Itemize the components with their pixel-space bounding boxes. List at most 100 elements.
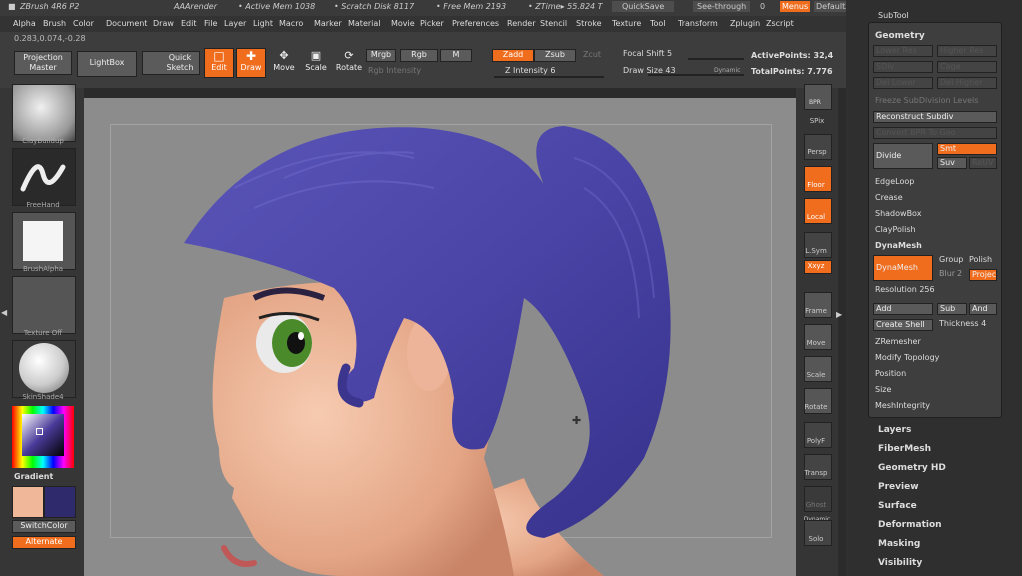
viewport-canvas[interactable]: ✚	[84, 98, 796, 576]
xyz-button[interactable]: Xxyz	[804, 260, 832, 274]
menu-render[interactable]: Render	[507, 19, 535, 28]
surface-section[interactable]: Surface	[878, 501, 917, 511]
brush-thumbnail[interactable]	[12, 84, 76, 142]
alpha-thumbnail[interactable]	[12, 212, 76, 270]
divide-button[interactable]: Divide	[873, 143, 933, 169]
solo-button[interactable]: Solo	[804, 520, 832, 546]
cage-button[interactable]: Cage	[937, 61, 997, 73]
secondary-color-swatch[interactable]	[44, 486, 76, 518]
mrgb-button[interactable]: Mrgb	[366, 49, 396, 62]
menu-edit[interactable]: Edit	[181, 19, 197, 28]
menu-material[interactable]: Material	[348, 19, 381, 28]
left-shelf-collapse-icon[interactable]: ◀	[1, 308, 7, 317]
position-section[interactable]: Position	[875, 369, 906, 378]
alternate-button[interactable]: Alternate	[12, 536, 76, 549]
size-section[interactable]: Size	[875, 385, 891, 394]
rgb-intensity-slider[interactable]: Rgb Intensity	[368, 66, 421, 75]
focal-shift-slider[interactable]: Focal Shift 5	[623, 49, 672, 58]
menu-preferences[interactable]: Preferences	[452, 19, 499, 28]
draw-button[interactable]: ✚ Draw	[236, 48, 266, 78]
texture-thumbnail[interactable]	[12, 276, 76, 334]
deformation-section[interactable]: Deformation	[878, 520, 942, 530]
menu-picker[interactable]: Picker	[420, 19, 444, 28]
resolution-slider[interactable]: Resolution 256	[875, 285, 935, 294]
quicksave-button[interactable]: QuickSave	[612, 1, 675, 12]
scale-view-button[interactable]: Scale	[804, 356, 832, 382]
rotate-view-button[interactable]: Rotate	[804, 388, 832, 414]
dynamic-toggle[interactable]: Dynamic	[714, 67, 740, 74]
add-button[interactable]: Add	[873, 303, 933, 315]
sdiv-slider[interactable]: SDiv	[873, 61, 933, 73]
character-head-model[interactable]	[84, 98, 796, 576]
rgb-button[interactable]: Rgb	[400, 49, 438, 62]
move-button[interactable]: ✥ Move	[270, 48, 298, 78]
zadd-button[interactable]: Zadd	[492, 49, 534, 62]
sub-button[interactable]: Sub	[937, 303, 967, 315]
projection-master-button[interactable]: Projection Master	[14, 51, 72, 75]
frame-button[interactable]: Frame	[804, 292, 832, 318]
color-picker-square[interactable]	[22, 414, 64, 456]
menu-file[interactable]: File	[204, 19, 217, 28]
group-toggle[interactable]: Group	[939, 255, 963, 264]
rotate-button[interactable]: ⟳ Rotate	[334, 48, 364, 78]
zcut-button[interactable]: Zcut	[576, 49, 608, 62]
menu-document[interactable]: Document	[106, 19, 147, 28]
crease-section[interactable]: Crease	[875, 193, 903, 202]
draw-size-track[interactable]	[648, 74, 744, 76]
menu-layer[interactable]: Layer	[224, 19, 246, 28]
bpr-button[interactable]: BPR	[804, 84, 832, 110]
lower-res-button[interactable]: Lower Res	[873, 45, 933, 57]
layers-section[interactable]: Layers	[878, 425, 911, 435]
quick-sketch-button[interactable]: Quick Sketch	[142, 51, 200, 75]
menus-button[interactable]: Menus	[780, 1, 811, 12]
menu-stencil[interactable]: Stencil	[540, 19, 567, 28]
menu-zscript[interactable]: Zscript	[766, 19, 794, 28]
reuv-button[interactable]: ReUV	[969, 157, 997, 169]
polyf-button[interactable]: PolyF	[804, 422, 832, 448]
move-view-button[interactable]: Move	[804, 324, 832, 350]
edgeloop-section[interactable]: EdgeLoop	[875, 177, 914, 186]
shadowbox-section[interactable]: ShadowBox	[875, 209, 921, 218]
lightbox-button[interactable]: LightBox	[77, 51, 137, 77]
edit-button[interactable]: □ Edit	[204, 48, 234, 78]
menu-draw[interactable]: Draw	[153, 19, 174, 28]
menu-color[interactable]: Color	[73, 19, 94, 28]
preview-section[interactable]: Preview	[878, 482, 919, 492]
z-intensity-track[interactable]	[494, 76, 604, 78]
zremesher-section[interactable]: ZRemesher	[875, 337, 921, 346]
local-button[interactable]: Local	[804, 198, 832, 224]
stroke-thumbnail[interactable]	[12, 148, 76, 206]
smt-toggle[interactable]: Smt	[937, 143, 997, 155]
masking-section[interactable]: Masking	[878, 539, 920, 549]
higher-res-button[interactable]: Higher Res	[937, 45, 997, 57]
subtool-header[interactable]: SubTool	[878, 11, 909, 20]
blur-slider[interactable]: Blur	[939, 269, 955, 278]
z-intensity-slider[interactable]: Z Intensity 6	[505, 66, 555, 75]
visibility-section[interactable]: Visibility	[878, 558, 922, 568]
menu-texture[interactable]: Texture	[612, 19, 641, 28]
freeze-subdivision-button[interactable]: Freeze SubDivision Levels	[875, 96, 978, 105]
focal-shift-track[interactable]	[688, 58, 744, 60]
ghost-button[interactable]: Ghost	[804, 486, 832, 512]
dynamesh-button[interactable]: DynaMesh	[873, 255, 933, 281]
geometry-header[interactable]: Geometry	[875, 31, 925, 41]
fibermesh-section[interactable]: FiberMesh	[878, 444, 931, 454]
dynamesh-section[interactable]: DynaMesh	[875, 241, 922, 250]
see-through-slider[interactable]: See-through	[693, 1, 751, 12]
create-shell-button[interactable]: Create Shell	[873, 319, 933, 331]
floor-button[interactable]: Floor	[804, 166, 832, 192]
and-button[interactable]: And	[969, 303, 997, 315]
color-picker[interactable]	[12, 406, 74, 468]
menu-transform[interactable]: Transform	[678, 19, 718, 28]
menu-alpha[interactable]: Alpha	[13, 19, 36, 28]
switch-color-button[interactable]: SwitchColor	[12, 520, 76, 533]
del-lower-button[interactable]: Del Lower	[873, 77, 933, 89]
geometry-hd-section[interactable]: Geometry HD	[878, 463, 946, 473]
menu-stroke[interactable]: Stroke	[576, 19, 602, 28]
scale-button[interactable]: ▣ Scale	[302, 48, 330, 78]
menu-light[interactable]: Light	[253, 19, 273, 28]
thickness-slider[interactable]: Thickness 4	[939, 319, 986, 328]
right-shelf-collapse-icon[interactable]: ▶	[836, 310, 842, 319]
suv-toggle[interactable]: Suv	[937, 157, 967, 169]
convert-bpr-button[interactable]: Convert BPR To Geo	[873, 127, 997, 139]
